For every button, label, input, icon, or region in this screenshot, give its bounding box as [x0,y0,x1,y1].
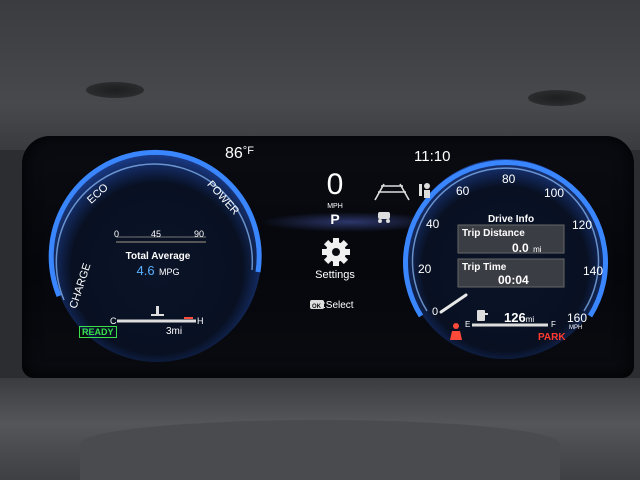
speedometer-unit: MPH [569,325,583,331]
trip-time-label: Trip Time [462,262,507,273]
fuel-range-unit: mi [525,315,535,324]
speed-tick-20: 20 [418,262,432,276]
mini-scale-0: 0 [114,229,120,239]
fuel-full-label: F [551,320,556,329]
ok-key-label: OK [312,304,321,310]
trip-distance-readout: 0.0 mi [512,239,542,257]
speed-tick-0: 0 [432,306,439,318]
select-hint: OK:Select [310,300,354,311]
trip-distance-unit: mi [533,245,542,254]
speed-tick-60: 60 [456,184,470,198]
outside-temp-unit: °F [242,145,254,157]
temp-hot-label: H [197,316,204,326]
speed-tick-140: 140 [583,264,604,278]
settings-menu-item[interactable]: Settings [315,269,355,281]
fuel-range-value: 126 [504,310,526,325]
mini-scale-45: 45 [151,229,162,239]
outside-temp-value: 86 [225,145,243,162]
ev-range: 3mi [166,326,183,337]
speed-unit: MPH [327,203,343,210]
speed-tick-80: 80 [502,172,516,186]
speed-value: 0 [326,168,344,201]
ready-indicator: READY [79,326,117,338]
driver-assist-icon [419,183,430,198]
total-average-unit: MPG [159,267,180,277]
mini-scale-90: 90 [194,229,205,239]
trip-distance-label: Trip Distance [462,228,525,239]
fuel-range-readout: 126mi [504,309,534,327]
temp-cold-label: C [110,316,117,326]
outside-temperature: 86°F [225,145,254,163]
total-average-value: 4.6 [136,263,155,278]
lane-assist-icon [374,183,410,201]
gear-indicator: P [330,211,340,227]
total-average-readout: 4.6 MPG [136,262,179,280]
park-indicator: PARK [538,332,566,343]
trip-distance-value: 0.0 [512,241,529,255]
trip-time-value: 00:04 [498,273,529,287]
total-average-label: Total Average [125,251,191,262]
select-hint-text: :Select [323,300,354,311]
clock: 11:10 [414,148,451,165]
speed-tick-120: 120 [572,218,593,232]
speed-tick-160: 160 [567,311,588,325]
gear-icon [322,238,350,266]
speed-tick-100: 100 [544,186,565,200]
drive-info-title: Drive Info [487,214,535,225]
gauge-graphics [48,150,608,362]
fuel-empty-label: E [465,320,471,329]
speed-tick-40: 40 [426,217,440,231]
traction-control-icon [378,212,390,223]
